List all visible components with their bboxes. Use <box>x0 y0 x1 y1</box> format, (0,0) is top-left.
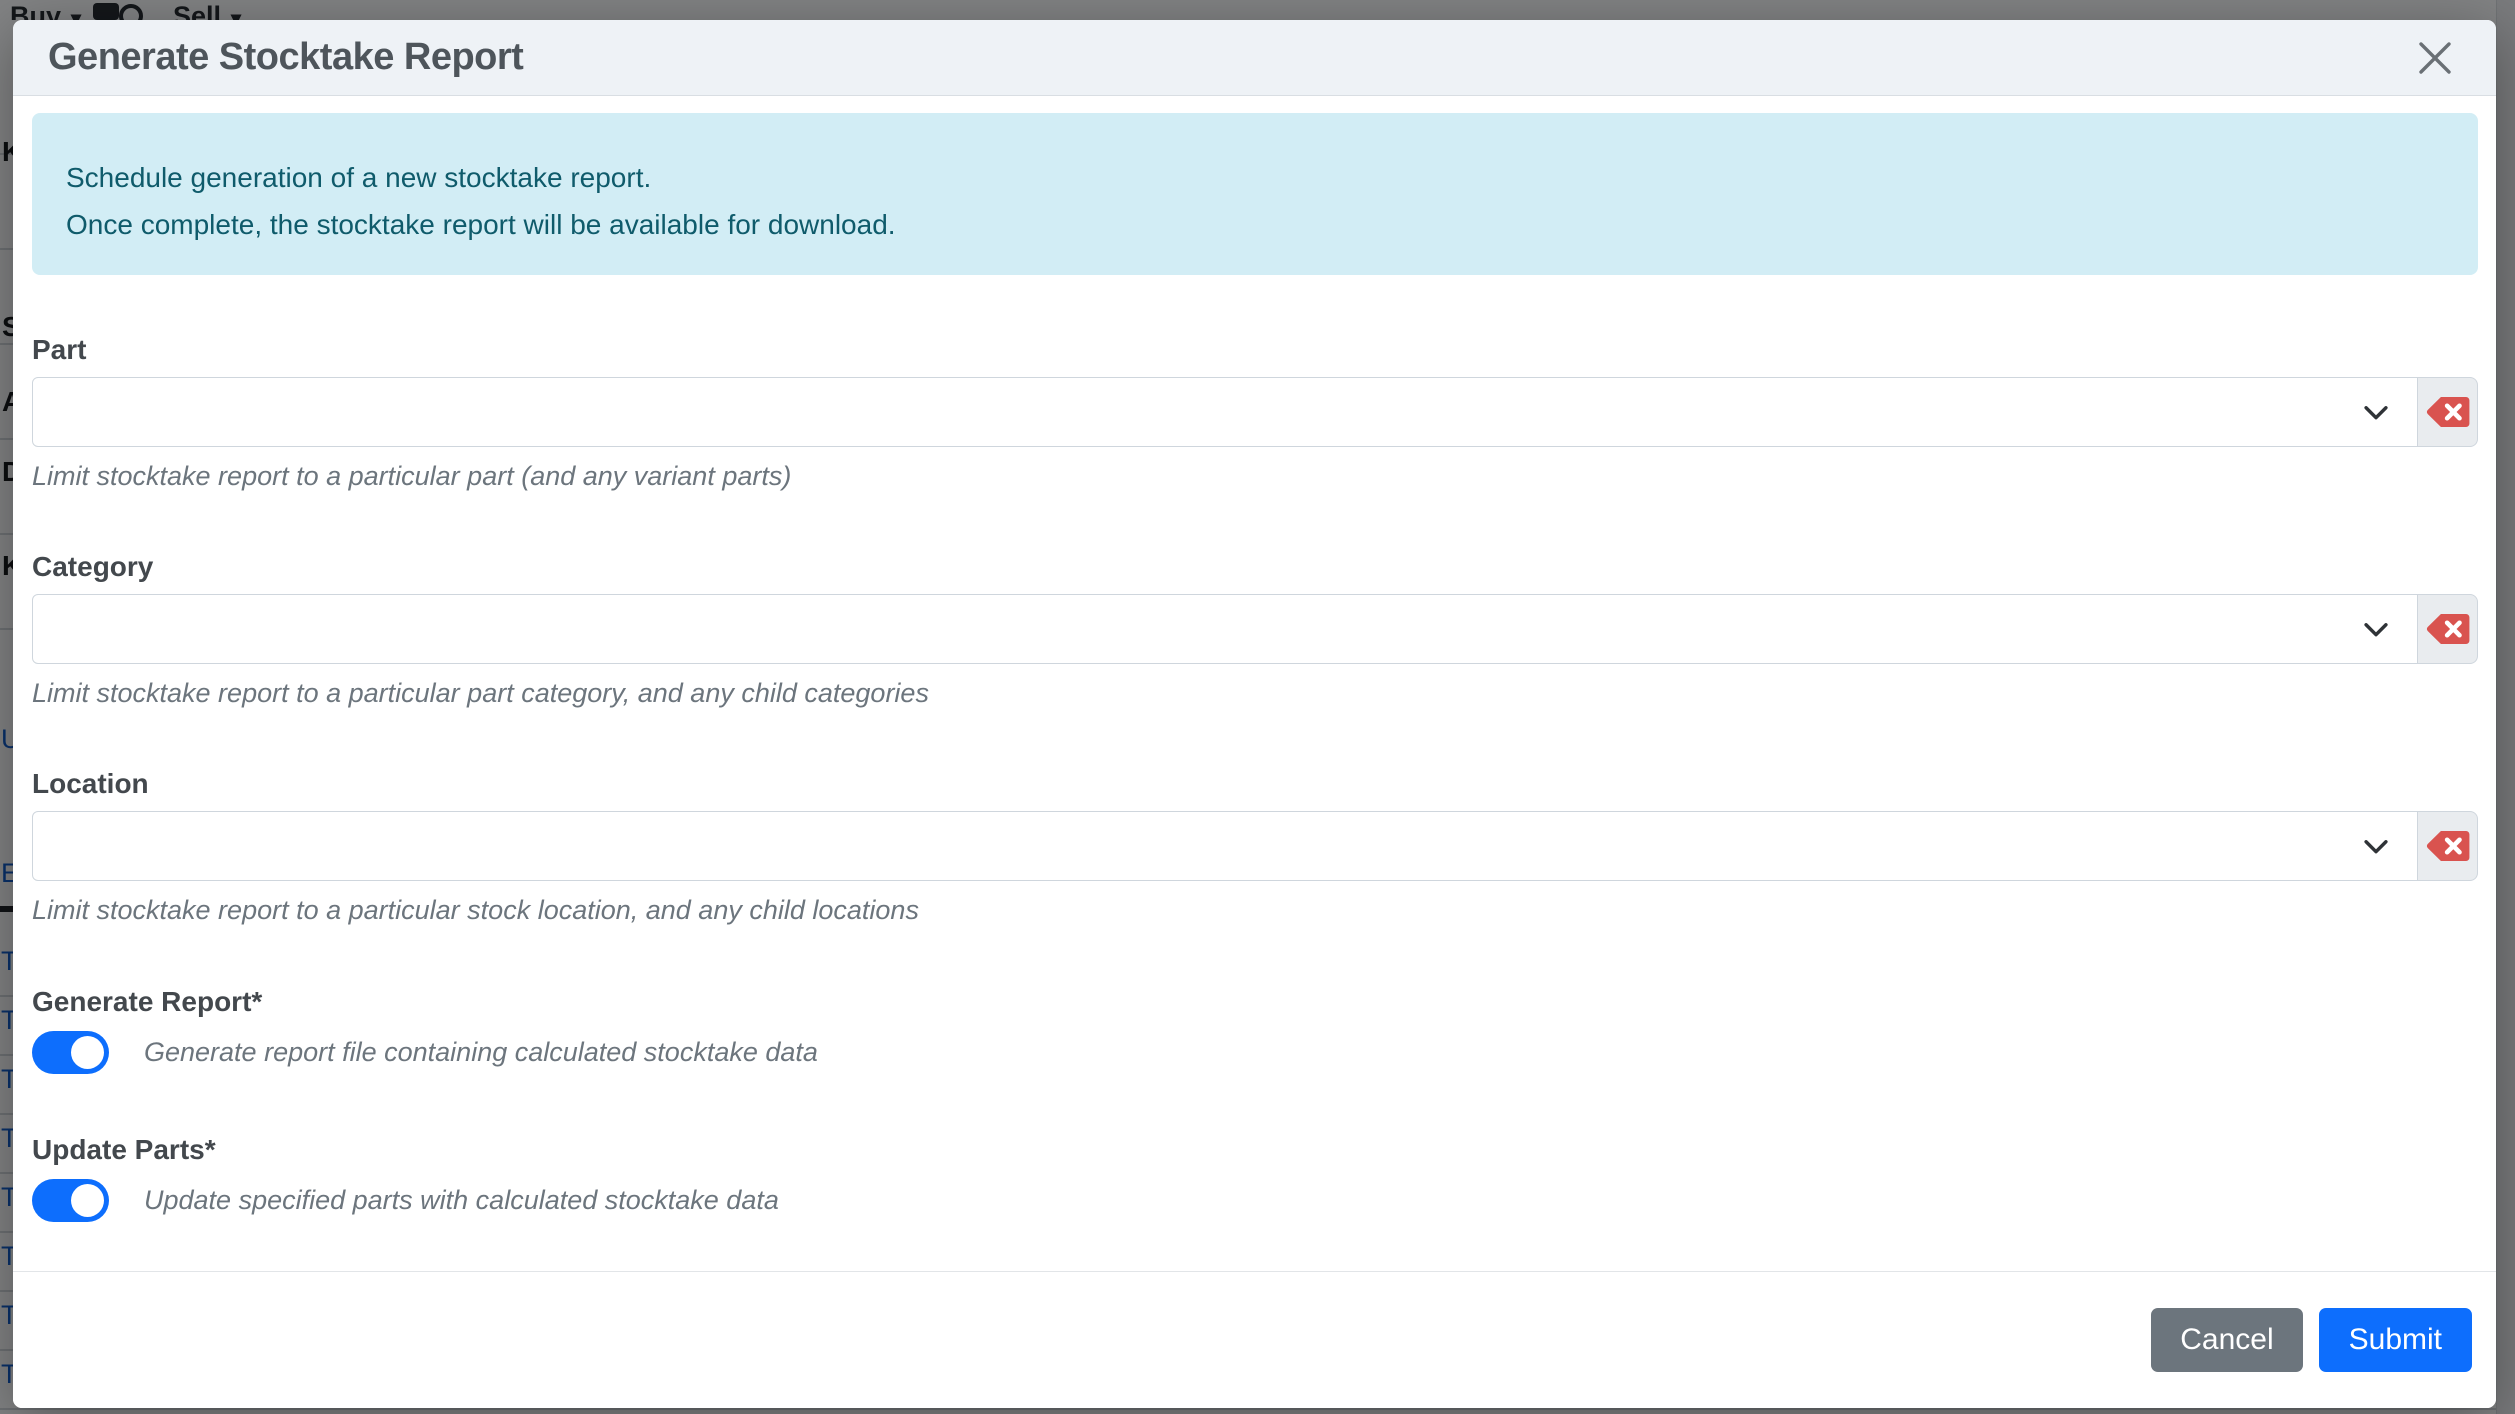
part-clear-button[interactable] <box>2418 377 2478 447</box>
part-label: Part <box>32 333 2478 367</box>
part-input-group <box>32 377 2478 447</box>
update-parts-toggle[interactable] <box>32 1179 109 1222</box>
close-icon <box>2414 37 2456 79</box>
location-clear-button[interactable] <box>2418 811 2478 881</box>
toggle-knob <box>71 1036 104 1069</box>
modal-title: Generate Stocktake Report <box>48 36 523 79</box>
form-group-generate-report: Generate Report* Generate report file co… <box>32 985 2478 1074</box>
generate-report-toggle[interactable] <box>32 1031 109 1074</box>
chevron-down-icon <box>2359 829 2393 863</box>
generate-report-label: Generate Report* <box>32 985 2478 1019</box>
update-parts-row: Update specified parts with calculated s… <box>32 1179 2478 1222</box>
form-group-part: Part Limit stocktake r <box>32 333 2478 492</box>
backspace-icon <box>2425 829 2471 863</box>
location-select[interactable] <box>32 811 2418 881</box>
location-input-group <box>32 811 2478 881</box>
info-alert: Schedule generation of a new stocktake r… <box>32 113 2478 275</box>
cancel-button[interactable]: Cancel <box>2151 1308 2302 1372</box>
modal-header: Generate Stocktake Report <box>13 20 2496 96</box>
category-input-group <box>32 594 2478 664</box>
alert-line-1: Schedule generation of a new stocktake r… <box>66 161 2444 194</box>
generate-report-row: Generate report file containing calculat… <box>32 1031 2478 1074</box>
chevron-down-icon <box>2359 612 2393 646</box>
update-parts-help-text: Update specified parts with calculated s… <box>144 1185 779 1216</box>
location-label: Location <box>32 767 2478 801</box>
chevron-down-icon <box>2359 395 2393 429</box>
backspace-icon <box>2425 395 2471 429</box>
alert-line-2: Once complete, the stocktake report will… <box>66 208 2444 241</box>
part-select[interactable] <box>32 377 2418 447</box>
submit-button[interactable]: Submit <box>2319 1308 2472 1372</box>
form-group-update-parts: Update Parts* Update specified parts wit… <box>32 1133 2478 1222</box>
form-group-location: Location Limit stockta <box>32 767 2478 926</box>
generate-report-help-text: Generate report file containing calculat… <box>144 1037 818 1068</box>
update-parts-label: Update Parts* <box>32 1133 2478 1167</box>
category-clear-button[interactable] <box>2418 594 2478 664</box>
toggle-knob <box>71 1184 104 1217</box>
part-help-text: Limit stocktake report to a particular p… <box>32 460 2478 492</box>
category-select[interactable] <box>32 594 2418 664</box>
modal-footer: Cancel Submit <box>13 1271 2496 1408</box>
category-help-text: Limit stocktake report to a particular p… <box>32 677 2478 709</box>
location-help-text: Limit stocktake report to a particular s… <box>32 894 2478 926</box>
form-group-category: Category Limit stockta <box>32 550 2478 709</box>
modal-body: Schedule generation of a new stocktake r… <box>13 113 2496 1222</box>
generate-stocktake-report-modal: Generate Stocktake Report Schedule gener… <box>13 20 2496 1408</box>
close-button[interactable] <box>2412 35 2458 81</box>
category-label: Category <box>32 550 2478 584</box>
backspace-icon <box>2425 612 2471 646</box>
